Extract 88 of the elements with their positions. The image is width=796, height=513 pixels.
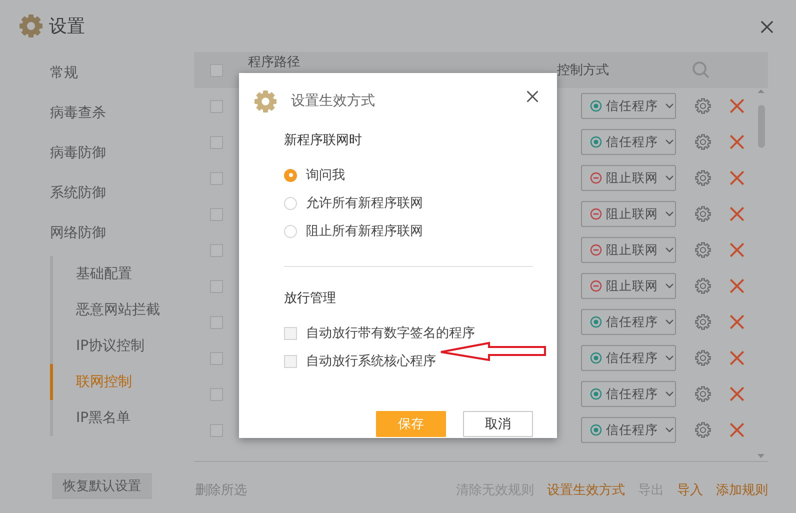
sidebar-subitem[interactable]: 基础配置	[50, 256, 194, 292]
checkbox[interactable]	[210, 388, 223, 400]
caret-icon	[665, 247, 674, 253]
caret-icon	[665, 103, 674, 109]
mode-dropdown[interactable]: 阻止联网	[581, 237, 676, 263]
mode-dropdown[interactable]: 信任程序	[581, 309, 676, 335]
action-link[interactable]: 导入	[677, 480, 703, 498]
mode-dropdown[interactable]: 阻止联网	[581, 201, 676, 227]
option-label: 自动放行系统核心程序	[306, 353, 436, 370]
checkbox[interactable]	[210, 424, 223, 436]
action-link[interactable]: 设置生效方式	[547, 480, 625, 498]
mode-dropdown[interactable]: 信任程序	[581, 129, 676, 155]
delete-icon[interactable]	[729, 278, 745, 294]
caret-icon	[665, 283, 674, 289]
delete-icon[interactable]	[729, 314, 745, 330]
delete-icon[interactable]	[729, 422, 745, 438]
select-all-checkbox[interactable]	[210, 64, 223, 76]
close-icon[interactable]	[760, 20, 774, 34]
sidebar-subitem[interactable]: IP黑名单	[50, 400, 194, 436]
column-header: 控制方式	[557, 62, 609, 79]
sidebar-subitem[interactable]: IP协议控制	[50, 328, 194, 364]
checkbox[interactable]	[210, 136, 223, 148]
gear-icon	[19, 14, 43, 38]
dialog-title: 设置生效方式	[291, 92, 375, 110]
mode-dropdown[interactable]: 信任程序	[581, 417, 676, 443]
settings-icon[interactable]	[694, 205, 712, 223]
delete-icon[interactable]	[729, 386, 745, 402]
section-heading: 放行管理	[284, 290, 337, 308]
settings-icon[interactable]	[694, 169, 712, 187]
settings-icon[interactable]	[694, 349, 712, 367]
mode-dropdown[interactable]: 阻止联网	[581, 165, 676, 191]
checkbox[interactable]	[210, 244, 223, 256]
delete-icon[interactable]	[729, 98, 745, 114]
checkbox[interactable]	[210, 280, 223, 292]
option-label: 允许所有新程序联网	[306, 195, 423, 212]
settings-icon[interactable]	[694, 241, 712, 259]
delete-icon[interactable]	[729, 350, 745, 366]
caret-icon	[665, 319, 674, 325]
reset-button[interactable]: 恢复默认设置	[52, 472, 152, 498]
sidebar-item[interactable]: 病毒查杀	[0, 93, 194, 133]
caret-icon	[665, 139, 674, 145]
settings-icon[interactable]	[694, 97, 712, 115]
checkbox[interactable]	[210, 208, 223, 220]
radio-button[interactable]	[284, 224, 297, 238]
option-label: 阻止所有新程序联网	[306, 223, 423, 240]
delete-icon[interactable]	[729, 134, 745, 150]
mode-dropdown[interactable]: 信任程序	[581, 345, 676, 371]
sidebar-item[interactable]: 常规	[0, 53, 194, 93]
section-heading: 新程序联网时	[284, 132, 363, 150]
mode-dropdown[interactable]: 信任程序	[581, 93, 676, 119]
caret-icon	[665, 427, 674, 433]
option-label: 询问我	[306, 167, 345, 184]
radio-button[interactable]	[284, 168, 297, 182]
mode-dropdown[interactable]: 阻止联网	[581, 273, 676, 299]
settings-icon[interactable]	[694, 133, 712, 151]
radio-button[interactable]	[284, 196, 297, 210]
gear-icon	[254, 90, 277, 112]
save-button[interactable]: 保存	[376, 411, 446, 437]
action-link[interactable]: 添加规则	[716, 480, 768, 498]
cancel-button[interactable]: 取消	[463, 411, 533, 437]
checkbox[interactable]	[284, 326, 297, 340]
settings-icon[interactable]	[694, 277, 712, 295]
sidebar-subitem[interactable]: 恶意网站拦截	[50, 292, 194, 328]
sidebar-item[interactable]: 系统防御	[0, 173, 194, 213]
checkbox[interactable]	[210, 100, 223, 112]
option-label: 自动放行带有数字签名的程序	[306, 325, 475, 342]
window-title: 设置	[49, 15, 85, 38]
caret-icon	[665, 175, 674, 181]
settings-icon[interactable]	[694, 421, 712, 439]
sidebar-item[interactable]: 网络防御	[0, 213, 194, 253]
checkbox[interactable]	[210, 172, 223, 184]
checkbox[interactable]	[210, 316, 223, 328]
delete-icon[interactable]	[729, 242, 745, 258]
settings-icon[interactable]	[694, 313, 712, 331]
caret-icon	[665, 355, 674, 361]
close-icon[interactable]	[526, 90, 539, 103]
search-icon[interactable]	[692, 61, 710, 79]
checkbox[interactable]	[284, 354, 297, 368]
delete-icon[interactable]	[729, 206, 745, 222]
caret-icon	[665, 391, 674, 397]
column-header: 程序路径	[248, 55, 301, 70]
caret-icon	[665, 211, 674, 217]
sidebar-item[interactable]: 病毒防御	[0, 133, 194, 173]
delete-icon[interactable]	[729, 170, 745, 186]
checkbox[interactable]	[210, 352, 223, 364]
mode-dropdown[interactable]: 信任程序	[581, 381, 676, 407]
settings-icon[interactable]	[694, 385, 712, 403]
sidebar-subitem[interactable]: 联网控制	[50, 364, 194, 400]
